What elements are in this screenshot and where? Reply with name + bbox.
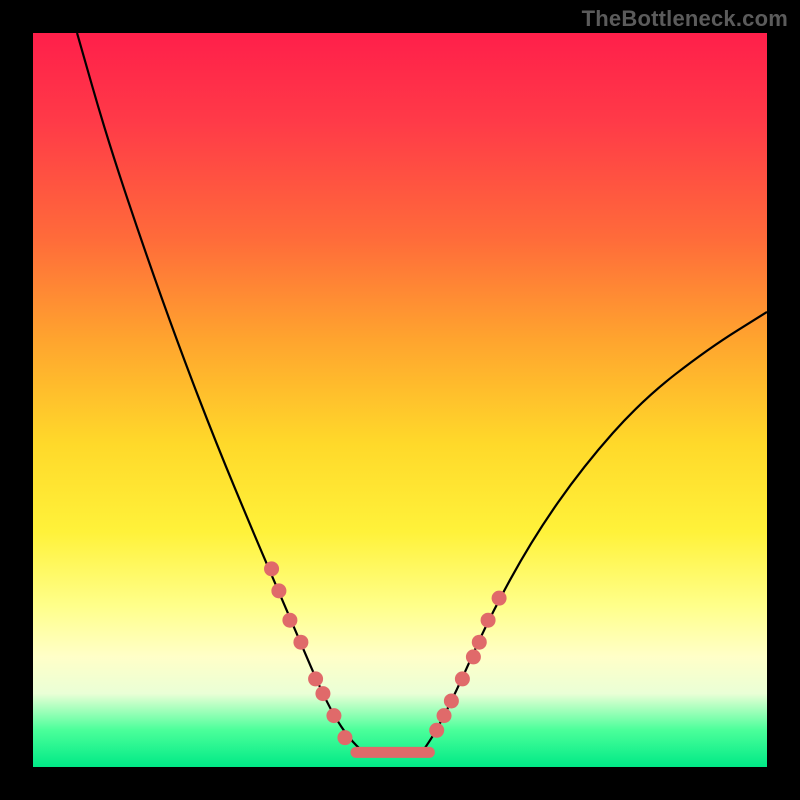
data-point-marker (466, 649, 481, 664)
data-point-marker (293, 635, 308, 650)
data-point-marker (444, 693, 459, 708)
data-point-marker (315, 686, 330, 701)
markers-right-group (429, 591, 506, 738)
data-point-marker (271, 583, 286, 598)
curve-right (422, 312, 767, 752)
data-point-marker (337, 730, 352, 745)
data-point-marker (455, 671, 470, 686)
data-point-marker (492, 591, 507, 606)
data-point-marker (472, 635, 487, 650)
chart-svg (33, 33, 767, 767)
watermark-text: TheBottleneck.com (582, 6, 788, 32)
data-point-marker (437, 708, 452, 723)
data-point-marker (264, 561, 279, 576)
data-point-marker (326, 708, 341, 723)
data-point-marker (481, 613, 496, 628)
chart-frame: TheBottleneck.com (0, 0, 800, 800)
data-point-marker (308, 671, 323, 686)
plot-area (33, 33, 767, 767)
curve-left (77, 33, 422, 752)
data-point-marker (282, 613, 297, 628)
markers-left-group (264, 561, 352, 745)
data-point-marker (429, 723, 444, 738)
